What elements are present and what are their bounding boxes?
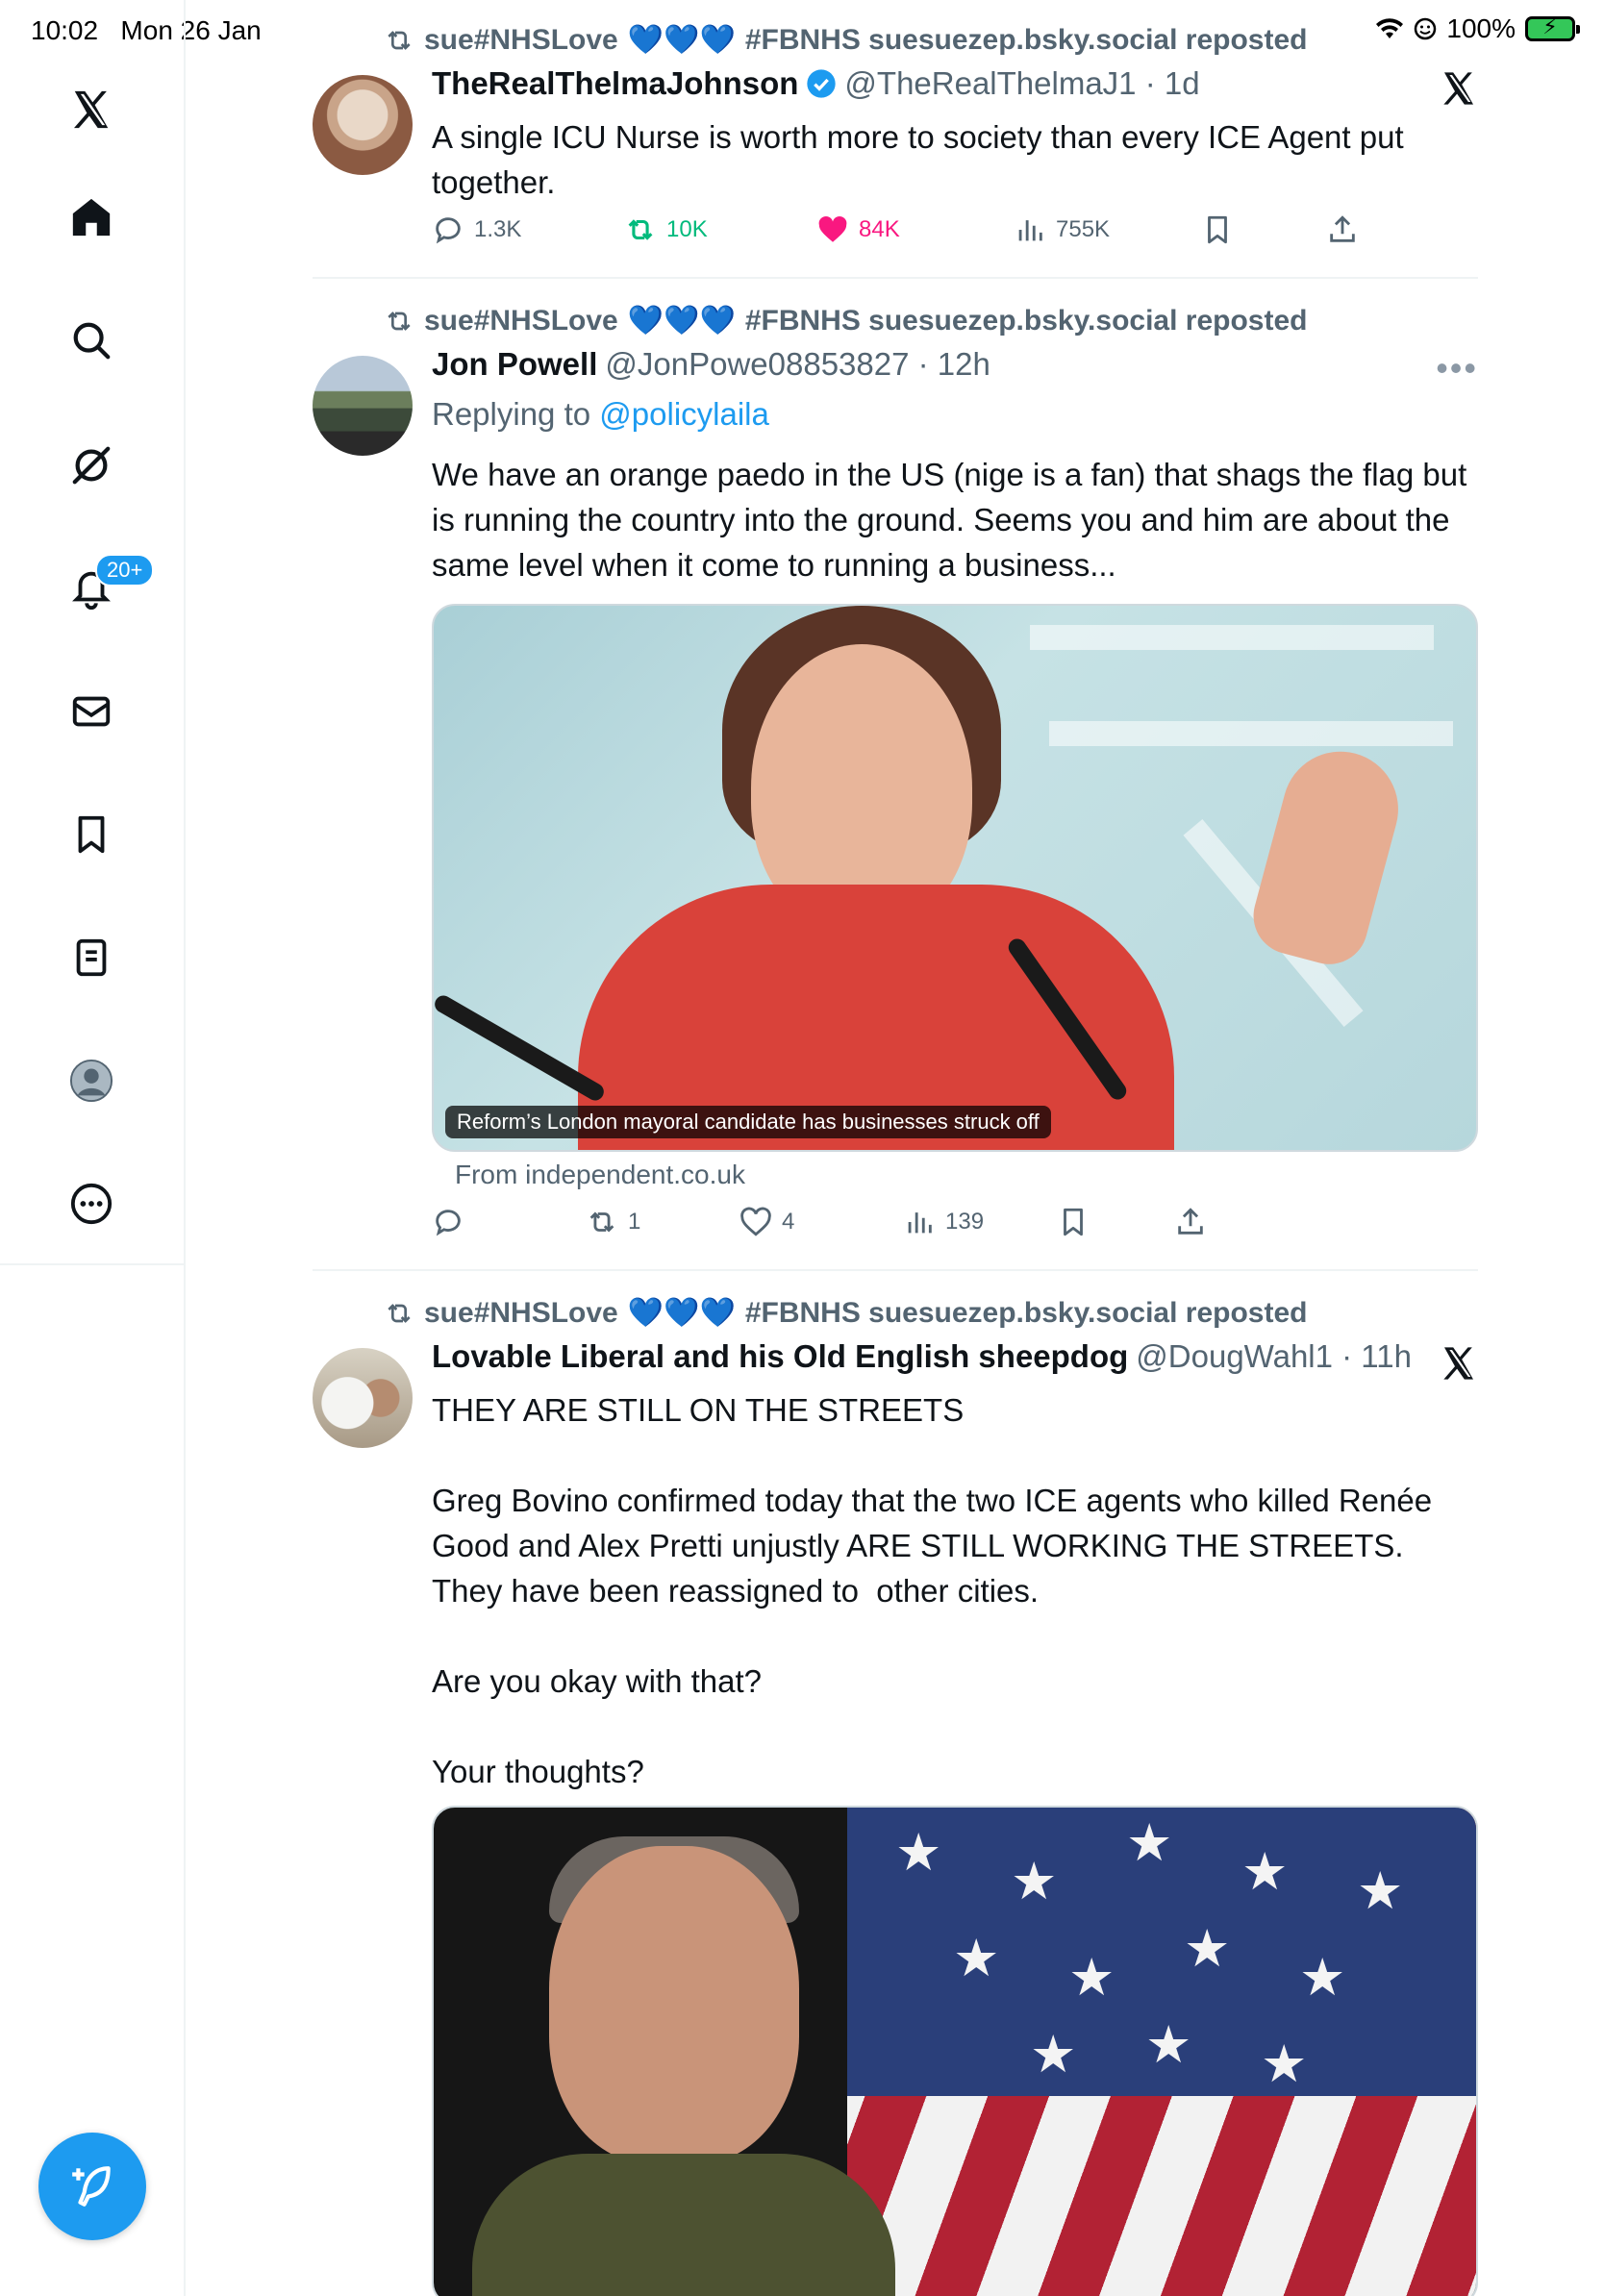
replying-to-handle[interactable]: @policylaila xyxy=(599,396,769,432)
tweet-header: Lovable Liberal and his Old English shee… xyxy=(432,1338,1412,1375)
sidebar-item-lists[interactable] xyxy=(53,919,130,996)
retweet-icon xyxy=(388,311,411,331)
share-icon xyxy=(1330,215,1355,242)
retweet-icon xyxy=(628,219,653,240)
tweet-text: We have an orange paedo in the US (nige … xyxy=(432,457,1476,583)
views-button[interactable]: 755K xyxy=(1014,213,1110,246)
notification-badge: 20+ xyxy=(95,554,155,586)
reply-button[interactable] xyxy=(432,1206,474,1238)
tweet-divider xyxy=(313,1269,1478,1271)
sidebar-item-grok[interactable] xyxy=(53,427,130,504)
tweet-actions: 1.3K 10K 84K 755K xyxy=(432,213,1393,262)
sidebar-item-notifications[interactable]: 20+ xyxy=(53,550,155,627)
grok-icon xyxy=(72,446,111,485)
author-name[interactable]: Lovable Liberal and his Old English shee… xyxy=(432,1338,1128,1375)
blue-heart-icon: 💙💙💙 xyxy=(627,1297,736,1329)
retweet-button[interactable]: 10K xyxy=(624,213,708,246)
avatar-icon xyxy=(69,1059,113,1103)
repost-indicator[interactable]: sue#NHSLove 💙💙💙 #FBNHS suesuezep.bsky.soci… xyxy=(384,304,1307,337)
avatar[interactable] xyxy=(313,75,413,175)
x-logo-icon[interactable] xyxy=(1440,69,1478,108)
sidebar-item-profile[interactable] xyxy=(53,1042,130,1119)
share-button[interactable] xyxy=(1326,213,1359,246)
views-button[interactable]: 139 xyxy=(903,1206,984,1238)
link-card-image[interactable]: Reform’s London mayoral candidate has bu… xyxy=(432,604,1478,1152)
reply-icon xyxy=(436,217,461,244)
avatar[interactable] xyxy=(313,1348,413,1448)
compose-button[interactable] xyxy=(38,2133,146,2240)
heart-icon xyxy=(740,1207,771,1236)
tweet-actions: 1 4 139 xyxy=(432,1206,1393,1254)
repost-indicator[interactable]: sue#NHSLove 💙💙💙 #FBNHS suesuezep.bsky.soci… xyxy=(384,23,1307,57)
repost-indicator[interactable]: sue#NHSLove 💙💙💙 #FBNHS suesuezep.bsky.soci… xyxy=(384,1296,1307,1330)
bookmark-button[interactable] xyxy=(1201,213,1234,246)
retweet-button[interactable]: 1 xyxy=(586,1206,640,1238)
sidebar-item-search[interactable] xyxy=(53,302,130,379)
blue-heart-icon: 💙💙💙 xyxy=(627,305,736,337)
reply-icon xyxy=(436,1210,461,1236)
like-button[interactable]: 84K xyxy=(816,213,900,246)
sidebar-item-more[interactable] xyxy=(53,1165,130,1242)
verified-badge-icon xyxy=(807,69,837,98)
retweet-icon xyxy=(388,1303,411,1323)
tweet-divider xyxy=(313,277,1478,279)
sidebar-item-messages[interactable] xyxy=(53,673,130,750)
tweet-header: Jon Powell @JonPowe08853827 · 12h xyxy=(432,346,990,383)
list-icon xyxy=(76,938,107,977)
replying-to: Replying to @policylaila xyxy=(432,396,769,432)
bookmark-icon xyxy=(78,815,105,854)
x-logo-icon[interactable] xyxy=(53,71,130,148)
x-logo-icon[interactable] xyxy=(1440,1344,1478,1383)
author-name[interactable]: Jon Powell xyxy=(432,346,597,383)
link-card-caption: Reform’s London mayoral candidate has bu… xyxy=(445,1106,1051,1138)
avatar[interactable] xyxy=(313,356,413,456)
retweet-icon xyxy=(388,30,411,50)
share-button[interactable] xyxy=(1174,1206,1207,1238)
like-button[interactable]: 4 xyxy=(739,1206,794,1238)
home-icon xyxy=(72,198,111,237)
bookmark-button[interactable] xyxy=(1057,1206,1090,1238)
blue-heart-icon: 💙💙💙 xyxy=(627,24,736,56)
retweet-icon xyxy=(589,1211,614,1233)
mail-icon xyxy=(72,696,111,727)
author-handle-time[interactable]: @DougWahl1 · 11h xyxy=(1136,1338,1412,1375)
battery-icon: ⚡ xyxy=(1525,14,1580,41)
sidebar-item-bookmarks[interactable] xyxy=(53,796,130,873)
bookmark-icon xyxy=(1064,1208,1083,1236)
sidebar-item-home[interactable] xyxy=(53,179,130,256)
views-icon xyxy=(1018,220,1042,241)
author-handle-time[interactable]: @JonPowe08853827 · 12h xyxy=(605,346,990,383)
sidebar-divider xyxy=(0,1263,186,1265)
share-icon xyxy=(1178,1208,1203,1235)
sidebar-nav: 20+ xyxy=(0,0,186,2296)
reply-button[interactable]: 1.3K xyxy=(432,213,521,246)
link-card-source[interactable]: From independent.co.uk xyxy=(455,1160,745,1190)
more-icon xyxy=(70,1183,113,1225)
tweet-header: TheRealThelmaJohnson @TheRealThelmaJ1 · … xyxy=(432,65,1200,102)
timeline-feed: sue#NHSLove 💙💙💙 #FBNHS suesuezep.bsky.soci… xyxy=(313,0,1478,2296)
compose-icon xyxy=(72,2166,111,2207)
bookmark-icon xyxy=(1208,215,1227,244)
views-icon xyxy=(908,1212,932,1234)
search-icon xyxy=(73,322,111,360)
more-options-icon[interactable]: ••• xyxy=(1436,348,1478,388)
heart-filled-icon xyxy=(818,215,847,242)
tweet-text: THEY ARE STILL ON THE STREETS Greg Bovin… xyxy=(432,1392,1433,1789)
author-handle-time[interactable]: @TheRealThelmaJ1 · 1d xyxy=(844,65,1199,102)
tweet-image[interactable]: ★ ★ ★ ★ ★ ★ ★ ★ ★ ★ ★ ★ xyxy=(432,1806,1478,2296)
tweet-text: A single ICU Nurse is worth more to soci… xyxy=(432,119,1413,200)
author-name[interactable]: TheRealThelmaJohnson xyxy=(432,65,798,102)
